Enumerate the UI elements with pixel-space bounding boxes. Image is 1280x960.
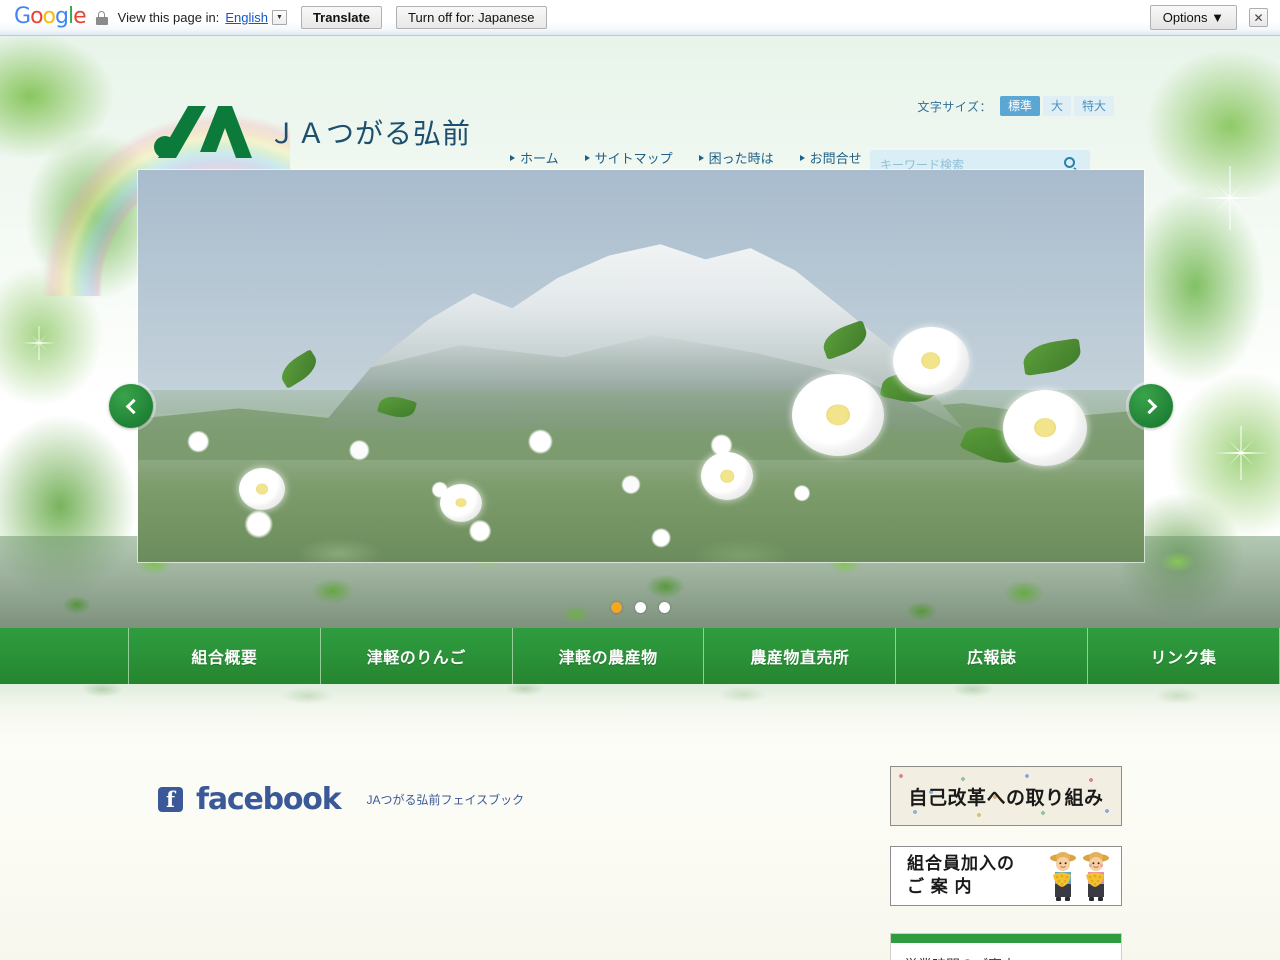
panel-header-bar xyxy=(891,934,1121,943)
google-logo: Google xyxy=(14,3,87,29)
mainnav-item-apples[interactable]: 津軽のりんご xyxy=(319,628,512,684)
hero-slide-image xyxy=(138,170,1144,562)
mainnav-item-label: リンク集 xyxy=(1150,650,1217,667)
banner-self-reform[interactable]: 自己改革への取り組み xyxy=(890,766,1122,826)
business-hours-panel: 営業時間のご案内 xyxy=(890,933,1122,960)
hero-slider[interactable] xyxy=(138,170,1144,562)
nav-item-label: 困った時は xyxy=(708,151,774,166)
nav-item-contact[interactable]: お問合せ xyxy=(799,148,862,167)
chevron-down-icon[interactable]: ▼ xyxy=(271,10,287,25)
banner-membership-line2: ご 案 内 xyxy=(907,877,973,896)
facebook-icon: f xyxy=(158,787,183,812)
triangle-right-icon xyxy=(510,154,515,161)
google-translate-bar: Google View this page in: English ▼ Tran… xyxy=(0,0,1280,36)
farmers-icon xyxy=(1050,852,1109,901)
mainnav-item-label: 農産物直売所 xyxy=(750,650,850,667)
mainnav-item-label: 津軽のりんご xyxy=(366,650,466,667)
nav-item-sitemap[interactable]: サイトマップ xyxy=(584,148,673,167)
page-root: ＪＡつがる弘前 文字サイズ： 標準 大 特大 ホーム サイトマップ 困った時は xyxy=(0,36,1280,960)
font-size-large-button[interactable]: 大 xyxy=(1042,96,1071,116)
mainnav-item-produce[interactable]: 津軽の農産物 xyxy=(511,628,704,684)
banner-self-reform-label: 自己改革への取り組み xyxy=(908,787,1104,809)
business-hours-row[interactable]: 営業時間のご案内 xyxy=(891,943,1121,960)
main-navigation: 組合概要 津軽のりんご 津軽の農産物 農産物直売所 広報誌 リンク集 xyxy=(0,628,1280,684)
ja-logo-icon xyxy=(154,106,252,158)
view-page-in-label: View this page in: xyxy=(117,10,220,25)
site-title: ＪＡつがる弘前 xyxy=(268,117,472,150)
triangle-right-icon xyxy=(799,154,805,161)
chevron-right-icon xyxy=(1141,398,1157,414)
chevron-left-icon xyxy=(125,398,141,414)
language-select[interactable]: English xyxy=(225,10,268,25)
utility-nav: ホーム サイトマップ 困った時は お問合せ xyxy=(510,148,862,167)
banner-membership-label: 組合員加入の ご 案 内 xyxy=(891,853,1043,899)
mainnav-item-newsletter[interactable]: 広報誌 xyxy=(895,628,1087,684)
triangle-right-icon xyxy=(584,154,590,161)
hero-next-button[interactable] xyxy=(1129,384,1173,428)
facebook-wordmark: facebook xyxy=(196,782,342,817)
content-leaf-decoration xyxy=(0,684,1280,710)
triangle-right-icon xyxy=(698,154,704,161)
mainnav-item-links[interactable]: リンク集 xyxy=(1087,628,1280,684)
mainnav-item-label: 組合概要 xyxy=(191,650,258,667)
banner-membership-guide[interactable]: 組合員加入の ご 案 内 xyxy=(890,846,1122,906)
facebook-caption: JAつがる弘前フェイスブック xyxy=(366,793,525,807)
mainnav-item-overview[interactable]: 組合概要 xyxy=(128,628,320,684)
hero-dot-3[interactable] xyxy=(658,602,670,613)
nav-item-label: ホーム xyxy=(520,151,559,166)
banner-membership-line1: 組合員加入の xyxy=(907,854,1015,874)
hero-pagination xyxy=(0,602,1280,613)
nav-item-home[interactable]: ホーム xyxy=(510,148,559,167)
font-size-label: 文字サイズ： xyxy=(917,99,992,114)
options-button[interactable]: Options ▼ xyxy=(1149,5,1237,30)
mainnav-item-label: 広報誌 xyxy=(966,650,1017,667)
hero-dot-1[interactable] xyxy=(610,602,622,613)
turn-off-button[interactable]: Turn off for: Japanese xyxy=(396,6,547,29)
lock-icon xyxy=(95,10,108,25)
font-size-extra-large-button[interactable]: 特大 xyxy=(1073,96,1114,116)
site-header: ＪＡつがる弘前 文字サイズ： 標準 大 特大 ホーム サイトマップ 困った時は xyxy=(0,36,1280,180)
mainnav-spacer xyxy=(0,628,128,684)
nav-item-label: サイトマップ xyxy=(594,151,673,166)
close-icon[interactable]: ✕ xyxy=(1249,8,1268,27)
hero-prev-button[interactable] xyxy=(109,384,153,428)
facebook-link[interactable]: f facebook JAつがる弘前フェイスブック xyxy=(158,782,524,817)
site-logo[interactable]: ＪＡつがる弘前 xyxy=(152,106,471,158)
nav-item-label: お問合せ xyxy=(809,151,862,166)
mainnav-item-label: 津軽の農産物 xyxy=(558,650,658,667)
business-hours-label: 営業時間のご案内 xyxy=(904,955,1101,960)
hero-dot-2[interactable] xyxy=(634,602,646,613)
content-area: f facebook JAつがる弘前フェイスブック 自己改革への取り組み 組合員… xyxy=(0,684,1280,960)
mainnav-item-farm-shop[interactable]: 農産物直売所 xyxy=(703,628,895,684)
font-size-standard-button[interactable]: 標準 xyxy=(999,96,1040,116)
font-size-control: 文字サイズ： 標準 大 特大 xyxy=(917,96,1114,116)
translate-button[interactable]: Translate xyxy=(300,6,383,29)
nav-item-help[interactable]: 困った時は xyxy=(698,148,774,167)
